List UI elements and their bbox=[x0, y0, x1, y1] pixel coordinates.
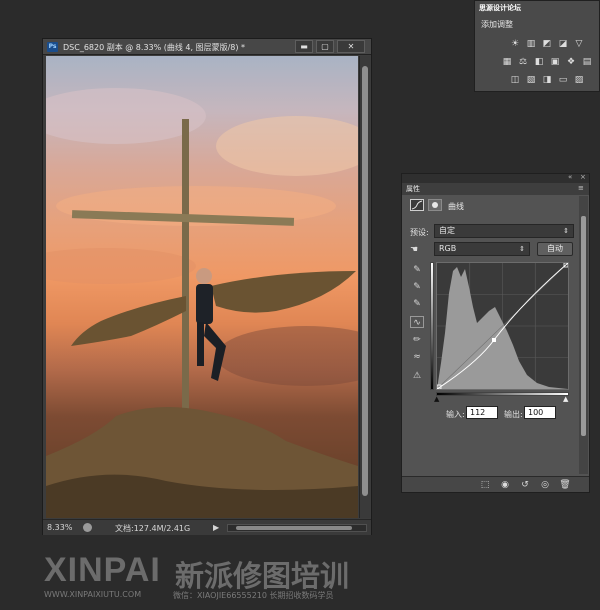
curves-graph[interactable] bbox=[436, 262, 569, 390]
photoshop-icon: Ps bbox=[47, 42, 58, 52]
photo-filter-icon[interactable]: ▣ bbox=[549, 57, 561, 68]
trash-icon[interactable]: 🗑 bbox=[558, 479, 572, 491]
brightness-icon[interactable]: ☀ bbox=[509, 39, 521, 50]
panel-menu-icon[interactable]: ≡ bbox=[578, 184, 584, 192]
invert-icon[interactable]: ◫ bbox=[509, 75, 521, 86]
gray-point-eyedropper-icon[interactable]: ✎ bbox=[410, 281, 424, 293]
horizontal-scrollbar[interactable] bbox=[227, 524, 367, 532]
image-canvas[interactable] bbox=[46, 56, 358, 518]
tab-properties[interactable]: 属性 bbox=[406, 184, 420, 194]
vertical-scrollbar[interactable] bbox=[359, 56, 370, 518]
triangle-icon[interactable]: ▽ bbox=[573, 39, 585, 50]
adjustments-tab[interactable]: 思源设计论坛 bbox=[479, 3, 521, 13]
properties-header[interactable]: « × bbox=[402, 173, 589, 183]
curves-adjustment-icon[interactable] bbox=[410, 199, 424, 211]
brand-chinese-name: 新派修图培训 bbox=[175, 559, 350, 593]
preset-select[interactable]: 自定 ⇕ bbox=[434, 224, 574, 238]
output-field[interactable]: 100 bbox=[524, 406, 556, 419]
target-adjust-hand-icon[interactable]: ☚ bbox=[410, 245, 418, 255]
bw-icon[interactable]: ◧ bbox=[533, 57, 545, 68]
brand-wechat: 微信：XIAOJIE66555210 长期招收数码学员 bbox=[173, 591, 334, 600]
white-point-eyedropper-icon[interactable]: ✎ bbox=[410, 298, 424, 310]
input-field[interactable]: 112 bbox=[466, 406, 498, 419]
draw-curve-pencil-icon[interactable]: ✏ bbox=[410, 334, 424, 346]
adjustments-title: 添加调整 bbox=[481, 20, 513, 29]
auto-button[interactable]: 自动 bbox=[537, 242, 573, 256]
brand-url: WWW.XINPAIXIUTU.COM bbox=[44, 590, 142, 599]
adjustment-name: 曲线 bbox=[448, 202, 464, 211]
exposure-icon[interactable]: ◪ bbox=[557, 39, 569, 50]
properties-footer: ⬚ ◉ ↺ ◎ 🗑 bbox=[402, 476, 589, 492]
zoom-level[interactable]: 8.33% bbox=[47, 523, 72, 532]
minimize-button[interactable]: ▬ bbox=[295, 40, 313, 53]
posterize-icon[interactable]: ▧ bbox=[525, 75, 537, 86]
levels-icon[interactable]: ▥ bbox=[525, 39, 537, 50]
document-status-bar: 8.33% 文档:127.4M/2.41G ▶ bbox=[43, 519, 371, 535]
channel-value: RGB bbox=[439, 244, 457, 253]
properties-scroll-thumb[interactable] bbox=[581, 216, 586, 436]
mixer-icon[interactable]: ❖ bbox=[565, 57, 577, 68]
clipping-warning-icon[interactable]: ⚠ bbox=[410, 370, 424, 382]
properties-scrollbar[interactable] bbox=[579, 196, 588, 474]
view-previous-icon[interactable]: ◉ bbox=[498, 479, 512, 491]
preset-label: 预设: bbox=[410, 228, 429, 237]
document-window: Ps DSC_6820 副本 @ 8.33% (曲线 4, 图层蒙版/8) * … bbox=[42, 38, 372, 535]
chevron-down-icon: ⇕ bbox=[519, 245, 525, 253]
mask-icon[interactable] bbox=[428, 199, 442, 211]
output-gradient-bar bbox=[430, 262, 434, 390]
balance-icon[interactable]: ⚖ bbox=[517, 57, 529, 68]
visibility-eye-icon[interactable]: ◎ bbox=[538, 479, 552, 491]
clip-to-layer-icon[interactable]: ⬚ bbox=[478, 479, 492, 491]
properties-panel: « × 属性 ≡ 曲线 预设: 自定 ⇕ ☚ RGB ⇕ 自动 ✎ ✎ ✎ ∿ … bbox=[401, 173, 590, 493]
input-gradient-bar bbox=[436, 392, 569, 396]
black-point-eyedropper-icon[interactable]: ✎ bbox=[410, 264, 424, 276]
smooth-curve-icon[interactable]: ≈ bbox=[410, 351, 424, 363]
maximize-button[interactable]: ▢ bbox=[316, 40, 334, 53]
vibrance-icon[interactable]: ▦ bbox=[501, 57, 513, 68]
document-title: DSC_6820 副本 @ 8.33% (曲线 4, 图层蒙版/8) * bbox=[63, 43, 246, 52]
collapse-icon[interactable]: « bbox=[568, 173, 572, 181]
document-titlebar[interactable]: Ps DSC_6820 副本 @ 8.33% (曲线 4, 图层蒙版/8) * … bbox=[43, 39, 371, 55]
artwork bbox=[46, 88, 358, 518]
channel-select[interactable]: RGB ⇕ bbox=[434, 242, 530, 256]
threshold-icon[interactable]: ◨ bbox=[541, 75, 553, 86]
properties-titlebar: 曲线 bbox=[402, 195, 589, 217]
status-menu-arrow[interactable]: ▶ bbox=[213, 523, 219, 532]
status-icon[interactable] bbox=[83, 523, 92, 532]
close-icon[interactable]: × bbox=[580, 173, 586, 181]
black-point-slider[interactable]: ▲ bbox=[434, 395, 439, 403]
lookup-icon[interactable]: ▤ bbox=[581, 57, 593, 68]
preset-value: 自定 bbox=[439, 226, 455, 235]
white-point-slider[interactable]: ▲ bbox=[563, 395, 568, 403]
output-label: 输出: bbox=[504, 410, 523, 419]
curves-icon[interactable]: ◩ bbox=[541, 39, 553, 50]
vertical-scroll-thumb[interactable] bbox=[362, 66, 368, 496]
document-size: 文档:127.4M/2.41G bbox=[115, 524, 191, 533]
brand-logo: XINPAI bbox=[44, 551, 161, 589]
horizontal-scroll-thumb[interactable] bbox=[236, 526, 352, 530]
chevron-down-icon: ⇕ bbox=[563, 227, 569, 235]
properties-tabbar: 属性 ≡ bbox=[402, 183, 589, 195]
reset-icon[interactable]: ↺ bbox=[518, 479, 532, 491]
gradient-map-icon[interactable]: ▭ bbox=[557, 75, 569, 86]
adjustments-panel: 思源设计论坛 添加调整 ☀ ▥ ◩ ◪ ▽ ▦ ⚖ ◧ ▣ ❖ ▤ ◫ ▧ ◨ … bbox=[474, 0, 600, 92]
close-button[interactable]: ✕ bbox=[337, 40, 365, 53]
input-label: 输入: bbox=[446, 410, 465, 419]
selective-color-icon[interactable]: ▨ bbox=[573, 75, 585, 86]
edit-curve-points-icon[interactable]: ∿ bbox=[410, 316, 424, 328]
